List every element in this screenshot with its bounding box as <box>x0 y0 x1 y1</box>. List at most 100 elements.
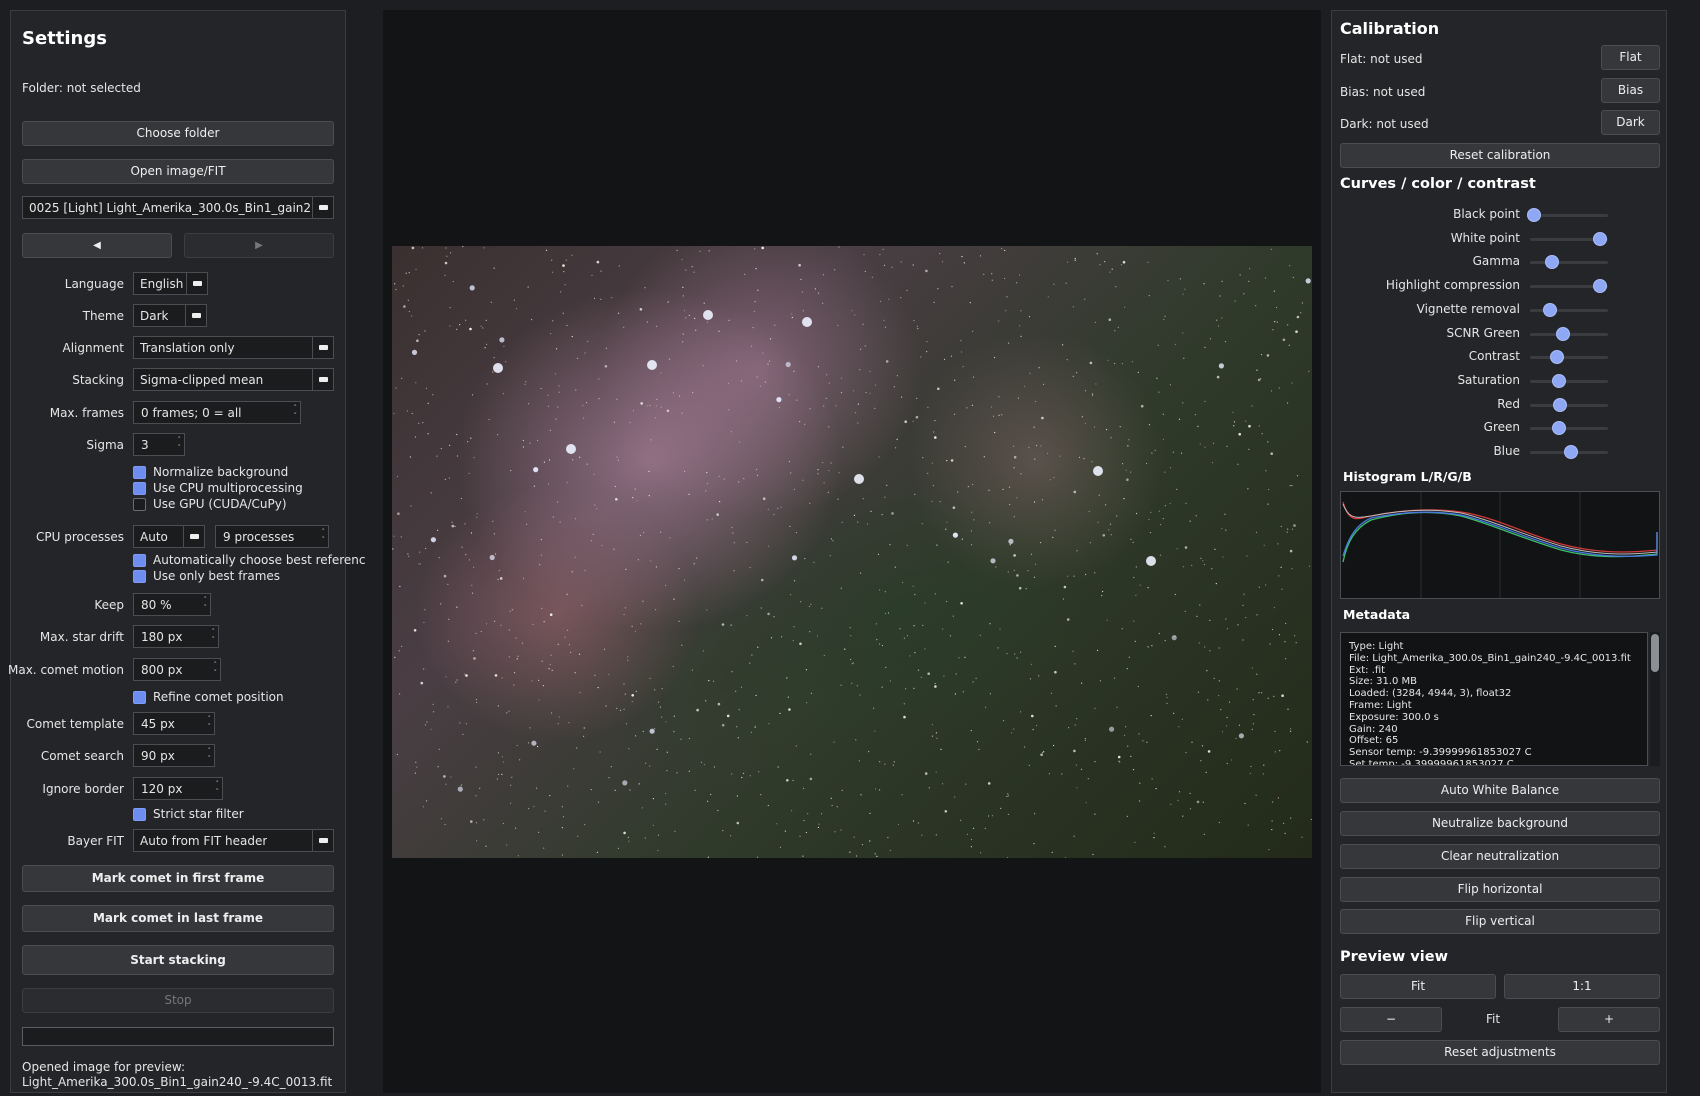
fit-button[interactable]: Fit <box>1340 974 1496 999</box>
preview-image[interactable] <box>392 246 1312 858</box>
metadata-title: Metadata <box>1343 607 1411 622</box>
ignore-border-spinbox[interactable]: 120 px ˄ ˅ <box>133 777 223 800</box>
slider-track[interactable] <box>1530 403 1608 407</box>
theme-select[interactable]: Dark <box>133 304 207 327</box>
slider-track[interactable] <box>1530 308 1608 312</box>
comet-template-value: 45 px <box>141 717 175 731</box>
max-comet-motion-spinbox[interactable]: 800 px ˄ ˅ <box>133 658 221 681</box>
max-star-drift-label: Max. star drift <box>39 630 124 644</box>
language-select[interactable]: English <box>133 272 208 295</box>
adjustment-slider[interactable] <box>1530 350 1608 365</box>
metadata-scrollbar[interactable] <box>1650 632 1660 766</box>
adjustment-slider[interactable] <box>1530 302 1608 317</box>
adjustment-slider[interactable] <box>1530 326 1608 341</box>
slider-handle[interactable] <box>1551 373 1566 388</box>
adjustment-slider[interactable] <box>1530 445 1608 459</box>
mark-comet-first-button[interactable]: Mark comet in first frame <box>22 865 334 892</box>
neutralize-background-button[interactable]: Neutralize background <box>1340 811 1660 836</box>
slider-track[interactable] <box>1530 214 1608 217</box>
metadata-lines: Type: Light File: Light_Amerika_300.0s_Bi… <box>1349 641 1631 766</box>
metadata-line: Loaded: (3284, 4944, 3), float32 <box>1349 688 1512 700</box>
slider-handle[interactable] <box>1593 279 1608 294</box>
comet-search-spinbox[interactable]: 90 px ˄ ˅ <box>133 744 215 767</box>
cpu-processes-value: Auto <box>140 530 168 544</box>
bayer-fit-label: Bayer FIT <box>67 834 124 848</box>
star-field <box>392 246 1312 858</box>
settings-title: Settings <box>22 28 107 49</box>
histogram-curves <box>1342 492 1658 598</box>
comet-template-label: Comet template <box>26 717 124 731</box>
bias-button[interactable]: Bias <box>1601 78 1660 103</box>
minus-icon: − <box>1385 1012 1397 1026</box>
reset-adjustments-button[interactable]: Reset adjustments <box>1340 1040 1660 1065</box>
start-stacking-button[interactable]: Start stacking <box>22 945 334 975</box>
adjustments-panel: Calibration Flat: not used Flat Bias: no… <box>1331 10 1667 1093</box>
sigma-spinbox[interactable]: 3 ˄ ˅ <box>133 433 185 456</box>
metadata-box[interactable]: Type: Light File: Light_Amerika_300.0s_Bi… <box>1340 632 1648 766</box>
max-star-drift-spinbox[interactable]: 180 px ˄ ˅ <box>133 625 219 648</box>
zoom-out-button[interactable]: − <box>1340 1007 1442 1032</box>
prev-frame-button[interactable]: ◀ <box>22 233 172 258</box>
flip-horizontal-button[interactable]: Flip horizontal <box>1340 877 1660 902</box>
adjustment-slider[interactable] <box>1526 208 1608 222</box>
slider-handle[interactable] <box>1564 445 1579 459</box>
stop-button[interactable]: Stop <box>22 988 334 1013</box>
frame-select[interactable]: 0025 [Light] Light_Amerika_300.0s_Bin1_g… <box>22 196 334 219</box>
adjustment-slider[interactable] <box>1530 373 1608 388</box>
checkbox-checked-icon <box>133 466 146 479</box>
slider-track[interactable] <box>1530 427 1608 431</box>
stacking-select[interactable]: Sigma-clipped mean <box>133 368 334 391</box>
slider-track[interactable] <box>1530 261 1608 265</box>
zoom-in-button[interactable]: + <box>1558 1007 1660 1032</box>
cpu-processes-select[interactable]: Auto <box>133 525 205 548</box>
histogram-plot <box>1340 491 1660 599</box>
clear-neutralization-button[interactable]: Clear neutralization <box>1340 844 1660 869</box>
slider-handle[interactable] <box>1593 231 1608 246</box>
best-frames-label: Use only best frames <box>153 569 281 583</box>
slider-handle[interactable] <box>1544 255 1559 270</box>
slider-label: Blue <box>1493 444 1520 458</box>
slider-handle[interactable] <box>1549 350 1564 365</box>
process-count-spinbox[interactable]: 9 processes ˄ ˅ <box>215 525 329 548</box>
checkbox-checked-icon <box>133 691 146 704</box>
adjustment-slider[interactable] <box>1530 255 1608 270</box>
metadata-line: Set temp: -9.39999961853027 C <box>1349 758 1514 766</box>
adjustment-slider[interactable] <box>1530 231 1608 246</box>
preview-area[interactable] <box>383 10 1321 1093</box>
adjustment-slider[interactable] <box>1530 279 1608 294</box>
flat-button[interactable]: Flat <box>1601 45 1660 70</box>
metadata-line: File: Light_Amerika_300.0s_Bin1_gain240_… <box>1349 652 1631 664</box>
slider-handle[interactable] <box>1526 208 1541 222</box>
flip-vertical-button[interactable]: Flip vertical <box>1340 909 1660 934</box>
refine-comet-label: Refine comet position <box>153 690 284 704</box>
slider-handle[interactable] <box>1555 326 1570 341</box>
scrollbar-thumb[interactable] <box>1651 634 1659 672</box>
alignment-select[interactable]: Translation only <box>133 336 334 359</box>
spin-arrows-icon: ˄ ˅ <box>213 661 218 677</box>
adjustment-slider[interactable] <box>1530 397 1608 412</box>
adjustment-slider[interactable] <box>1530 421 1608 436</box>
comet-template-spinbox[interactable]: 45 px ˄ ˅ <box>133 712 215 735</box>
dark-button[interactable]: Dark <box>1601 110 1660 135</box>
slider-handle[interactable] <box>1551 421 1566 436</box>
metadata-line: Type: Light <box>1349 641 1404 652</box>
open-image-button[interactable]: Open image/FIT <box>22 159 334 184</box>
metadata-line: Offset: 65 <box>1349 735 1399 747</box>
one-to-one-button[interactable]: 1:1 <box>1504 974 1660 999</box>
max-frames-spinbox[interactable]: 0 frames; 0 = all ˄ ˅ <box>133 401 301 424</box>
keep-spinbox[interactable]: 80 % ˄ ˅ <box>133 593 211 616</box>
bayer-fit-select[interactable]: Auto from FIT header <box>133 829 334 852</box>
slider-handle[interactable] <box>1552 397 1567 412</box>
slider-track[interactable] <box>1530 356 1608 360</box>
next-frame-button[interactable]: ▶ <box>184 233 334 258</box>
reset-calibration-button[interactable]: Reset calibration <box>1340 143 1660 168</box>
slider-handle[interactable] <box>1542 302 1557 317</box>
max-star-drift-value: 180 px <box>141 630 183 644</box>
mark-comet-last-button[interactable]: Mark comet in last frame <box>22 905 334 932</box>
preview-view-title: Preview view <box>1340 949 1448 965</box>
slider-track[interactable] <box>1530 379 1608 383</box>
auto-white-balance-button[interactable]: Auto White Balance <box>1340 778 1660 803</box>
choose-folder-button[interactable]: Choose folder <box>22 121 334 146</box>
slider-label: Black point <box>1453 207 1520 221</box>
dropdown-icon <box>312 337 333 358</box>
